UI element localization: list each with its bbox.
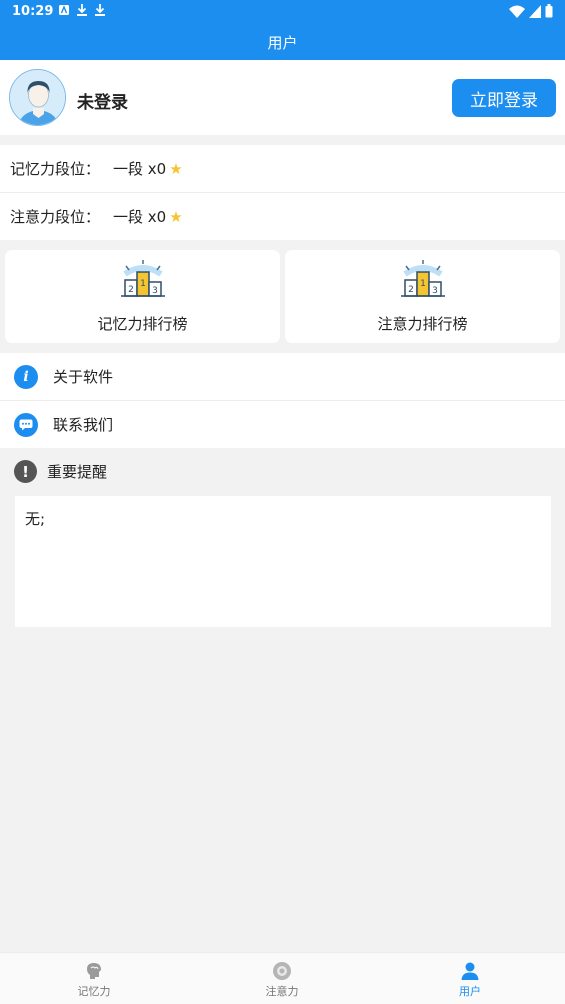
tab-user-label: 用户 xyxy=(459,985,481,998)
user-avatar-icon xyxy=(10,70,65,125)
focus-icon xyxy=(273,962,291,980)
profile-card: 未登录 立即登录 xyxy=(0,60,565,135)
status-notification-icons xyxy=(58,3,106,17)
menu-item-contact-label: 联系我们 xyxy=(53,416,114,434)
svg-text:2: 2 xyxy=(128,285,134,295)
tab-memory-label: 记忆力 xyxy=(77,985,111,998)
podium-icon: 2 1 3 xyxy=(121,260,165,297)
notice-header: ! 重要提醒 xyxy=(14,460,107,483)
login-button[interactable]: 立即登录 xyxy=(452,79,556,117)
battery-icon xyxy=(545,4,553,18)
status-bar: 10:29 xyxy=(0,0,565,24)
info-icon: i xyxy=(14,364,38,389)
attention-rank-row: 注意力段位： 一段 x0 ★ xyxy=(0,193,565,240)
rank-card: 记忆力段位： 一段 x0 ★ 注意力段位： 一段 x0 ★ xyxy=(0,145,565,240)
settings-menu: i 关于软件 联系我们 xyxy=(0,353,565,448)
notice-title: 重要提醒 xyxy=(47,463,108,481)
svg-text:1: 1 xyxy=(420,279,426,289)
notice-content: 无; xyxy=(15,496,551,627)
memory-rank-label: 记忆力段位： xyxy=(10,160,101,178)
bottom-tab-bar: 记忆力 注意力 用户 xyxy=(0,952,565,1004)
star-icon: ★ xyxy=(169,207,183,226)
attention-rank-label: 注意力段位： xyxy=(10,208,101,226)
memory-leaderboard-card[interactable]: 2 1 3 记忆力排行榜 xyxy=(5,250,280,343)
download-icon xyxy=(77,4,87,16)
svg-text:1: 1 xyxy=(140,279,146,289)
menu-item-contact[interactable]: 联系我们 xyxy=(0,401,565,448)
memory-rank-value: 一段 x0 xyxy=(113,160,167,178)
tab-attention[interactable]: 注意力 xyxy=(188,953,376,1004)
menu-item-about-label: 关于软件 xyxy=(53,368,114,386)
star-icon: ★ xyxy=(169,159,183,178)
memory-rank-row: 记忆力段位： 一段 x0 ★ xyxy=(0,145,565,192)
user-icon xyxy=(461,962,479,980)
download-icon xyxy=(95,4,105,16)
tab-attention-label: 注意力 xyxy=(265,985,299,998)
signal-icon xyxy=(529,4,541,18)
attention-rank-value: 一段 x0 xyxy=(113,208,167,226)
top-bar: 10:29 用户 xyxy=(0,0,565,60)
menu-item-about[interactable]: i 关于软件 xyxy=(0,353,565,400)
memory-leaderboard-label: 记忆力排行榜 xyxy=(97,315,188,333)
svg-text:2: 2 xyxy=(408,285,414,295)
status-system-icons xyxy=(509,4,553,18)
attention-leaderboard-card[interactable]: 2 1 3 注意力排行榜 xyxy=(285,250,560,343)
page-title: 用户 xyxy=(267,34,298,52)
user-name: 未登录 xyxy=(77,93,128,113)
svg-text:3: 3 xyxy=(432,286,438,296)
status-time: 10:29 xyxy=(12,4,54,19)
chat-icon xyxy=(14,412,38,437)
avatar[interactable] xyxy=(9,69,66,126)
alert-icon: ! xyxy=(14,460,37,483)
wifi-icon xyxy=(509,5,525,18)
attention-leaderboard-label: 注意力排行榜 xyxy=(377,315,468,333)
podium-icon: 2 1 3 xyxy=(401,260,445,297)
tab-memory[interactable]: 记忆力 xyxy=(0,953,188,1004)
tab-user[interactable]: 用户 xyxy=(376,953,565,1004)
svg-text:3: 3 xyxy=(152,286,158,296)
brain-icon xyxy=(87,963,101,979)
app-notification-icon xyxy=(59,5,69,15)
